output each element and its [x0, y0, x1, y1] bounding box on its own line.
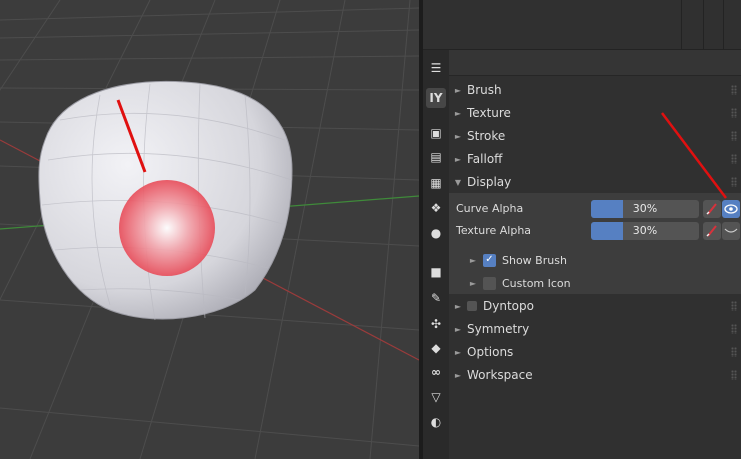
- eye-closed-icon: [724, 228, 738, 233]
- texture-alpha-brush-button[interactable]: [703, 222, 721, 240]
- drag-grip-icon[interactable]: [731, 301, 737, 311]
- particles-icon[interactable]: ✣: [426, 314, 446, 334]
- expand-arrow-icon: ►: [454, 370, 462, 380]
- view-layer-icon[interactable]: ▦: [426, 173, 446, 193]
- custom-icon-label: Custom Icon: [502, 276, 571, 290]
- section-brush[interactable]: ► Brush: [449, 79, 741, 101]
- section-texture[interactable]: ► Texture: [449, 102, 741, 124]
- curve-alpha-slider[interactable]: 30%: [591, 200, 699, 218]
- section-stroke[interactable]: ► Stroke: [449, 125, 741, 147]
- section-label: Options: [467, 345, 514, 359]
- expand-arrow-icon: ►: [454, 347, 462, 357]
- section-label: Falloff: [467, 152, 503, 166]
- texture-alpha-slider[interactable]: 30%: [591, 222, 699, 240]
- drag-grip-icon[interactable]: [731, 108, 737, 118]
- drag-grip-icon[interactable]: [731, 324, 737, 334]
- section-symmetry[interactable]: ► Symmetry: [449, 318, 741, 340]
- viewport-scene: [0, 0, 419, 459]
- object-icon[interactable]: ■: [426, 262, 446, 282]
- expand-arrow-icon: ►: [454, 301, 462, 311]
- scene-icon[interactable]: ❖: [426, 198, 446, 218]
- drag-grip-icon[interactable]: [731, 131, 737, 141]
- curve-alpha-visibility-button[interactable]: [722, 200, 740, 218]
- world-icon[interactable]: ●: [426, 223, 446, 243]
- section-label: Symmetry: [467, 322, 530, 336]
- custom-icon-row[interactable]: ► Custom Icon: [449, 272, 741, 294]
- custom-icon-checkbox[interactable]: [483, 276, 496, 290]
- data-icon[interactable]: ▽: [426, 387, 446, 407]
- texture-alpha-row: Texture Alpha 30%: [449, 221, 741, 241]
- curve-alpha-row: Curve Alpha 30%: [449, 199, 741, 219]
- eye-icon: [724, 204, 738, 214]
- display-panel-body: Curve Alpha 30% Texture Alpha 30% ► ✓ Sh…: [449, 193, 741, 294]
- outliner-icon[interactable]: ☰: [426, 58, 446, 78]
- show-brush-label: Show Brush: [502, 253, 567, 267]
- section-label: Dyntopo: [483, 299, 534, 313]
- modifier-icon[interactable]: ✎: [426, 288, 446, 308]
- curve-alpha-brush-button[interactable]: [703, 200, 721, 218]
- expand-arrow-icon: ►: [454, 108, 462, 118]
- curve-alpha-label: Curve Alpha: [456, 202, 524, 215]
- custom-icon-expand-icon[interactable]: ►: [463, 279, 483, 288]
- texture-alpha-value: 30%: [632, 224, 658, 237]
- texture-alpha-visibility-button[interactable]: [722, 222, 740, 240]
- drag-grip-icon[interactable]: [731, 347, 737, 357]
- show-brush-checkbox[interactable]: ✓: [483, 253, 496, 267]
- curve-alpha-value: 30%: [632, 202, 658, 215]
- brush-icon: [706, 203, 717, 215]
- material-icon[interactable]: ◐: [426, 412, 446, 432]
- properties-header: [423, 50, 741, 76]
- drag-grip-icon[interactable]: [731, 85, 737, 95]
- show-brush-expand-icon[interactable]: ►: [463, 256, 483, 265]
- brush-icon: [706, 225, 717, 237]
- brush-cursor: [119, 180, 215, 276]
- expand-arrow-icon: ►: [454, 131, 462, 141]
- drag-grip-icon[interactable]: [731, 177, 737, 187]
- expand-arrow-icon: ►: [454, 154, 462, 164]
- section-options[interactable]: ► Options: [449, 341, 741, 363]
- section-label: Brush: [467, 83, 502, 97]
- expand-arrow-icon: ►: [454, 85, 462, 95]
- drag-grip-icon[interactable]: [731, 154, 737, 164]
- tool-icon[interactable]: IY: [426, 88, 446, 108]
- texture-alpha-label: Texture Alpha: [456, 224, 532, 237]
- drag-grip-icon[interactable]: [731, 370, 737, 380]
- section-label: Workspace: [467, 368, 533, 382]
- physics-icon[interactable]: ◆: [426, 338, 446, 358]
- show-brush-row[interactable]: ► ✓ Show Brush: [449, 249, 741, 271]
- section-label: Stroke: [467, 129, 506, 143]
- output-icon[interactable]: ▤: [426, 147, 446, 167]
- section-display[interactable]: ▼ Display: [449, 171, 741, 193]
- expand-arrow-icon: ►: [454, 324, 462, 334]
- top-editor-area: [423, 0, 741, 50]
- 3d-viewport[interactable]: [0, 0, 419, 459]
- properties-tabs: ☰ IY ▣ ▤ ▦ ❖ ● ■ ✎ ✣ ◆ ∞ ▽ ◐: [423, 50, 449, 459]
- constraints-icon[interactable]: ∞: [426, 362, 446, 382]
- section-workspace[interactable]: ► Workspace: [449, 364, 741, 386]
- section-dyntopo[interactable]: ► Dyntopo: [449, 295, 741, 317]
- section-falloff[interactable]: ► Falloff: [449, 148, 741, 170]
- dyntopo-checkbox[interactable]: [467, 301, 477, 311]
- render-icon[interactable]: ▣: [426, 123, 446, 143]
- section-label: Texture: [467, 106, 511, 120]
- expand-arrow-icon: ▼: [454, 177, 462, 187]
- section-label: Display: [467, 175, 512, 189]
